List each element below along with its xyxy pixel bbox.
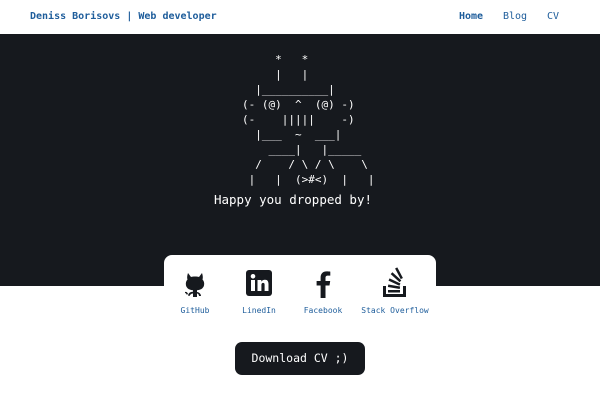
- nav-links: Home Blog CV: [0, 11, 600, 25]
- download-cv-button[interactable]: Download CV ;): [235, 342, 365, 375]
- facebook-link[interactable]: Facebook: [288, 267, 358, 319]
- social-links-card: GitHub LinedIn Facebook Stack Overflow: [164, 255, 436, 325]
- github-label: GitHub: [180, 306, 210, 315]
- github-link[interactable]: GitHub: [160, 267, 230, 319]
- nav-cv-link[interactable]: CV: [547, 11, 559, 22]
- facebook-icon: [316, 271, 331, 298]
- linkedin-link[interactable]: LinedIn: [224, 267, 294, 319]
- ascii-art-container: * * | | |__________| (- (@) ^ (@) -) (- …: [0, 52, 600, 186]
- linkedin-label: LinedIn: [242, 306, 276, 315]
- navbar: Deniss Borisovs | Web developer Home Blo…: [0, 0, 600, 34]
- nav-blog-link[interactable]: Blog: [503, 11, 527, 22]
- stackoverflow-link[interactable]: Stack Overflow: [360, 267, 430, 319]
- ascii-art: * * | | |__________| (- (@) ^ (@) -) (- …: [242, 53, 375, 186]
- stackoverflow-icon: [383, 267, 406, 297]
- nav-home-link[interactable]: Home: [459, 11, 483, 22]
- linkedin-icon: [246, 270, 272, 296]
- github-icon: [185, 273, 205, 297]
- hero-section: * * | | |__________| (- (@) ^ (@) -) (- …: [0, 34, 600, 286]
- stackoverflow-label: Stack Overflow: [361, 306, 429, 315]
- facebook-label: Facebook: [303, 306, 343, 315]
- hero-tagline: Happy you dropped by!: [213, 192, 373, 207]
